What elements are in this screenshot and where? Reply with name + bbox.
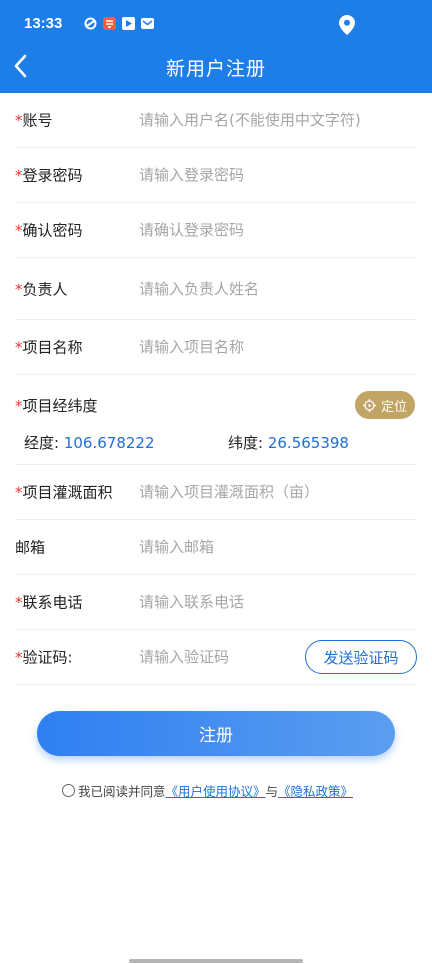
project-name-input[interactable] — [139, 338, 389, 356]
mail-icon — [141, 18, 154, 29]
send-code-button[interactable]: 发送验证码 — [305, 640, 417, 674]
latitude-label: 纬度: — [228, 434, 264, 452]
register-button[interactable]: 注册 — [37, 711, 395, 756]
project-name-row: *项目名称 — [15, 320, 417, 375]
sms-code-label: *验证码: — [15, 648, 73, 667]
status-time: 13:33 — [24, 15, 63, 32]
longitude-display: 经度: 106.678222 — [24, 432, 155, 453]
email-label: 邮箱 — [15, 538, 46, 557]
irrigation-area-input[interactable] — [139, 483, 389, 501]
privacy-policy-link[interactable]: 《隐私政策》 — [278, 781, 353, 800]
account-row: *账号 — [15, 93, 417, 148]
email-input[interactable] — [139, 538, 389, 556]
confirm-password-row: *确认密码 — [15, 203, 417, 258]
home-indicator[interactable] — [129, 959, 303, 963]
irrigation-area-row: *项目灌溉面积 — [15, 465, 417, 520]
locate-button[interactable]: 定位 — [355, 391, 415, 419]
agreement-prefix: 我已阅读并同意 — [78, 783, 166, 799]
locate-button-label: 定位 — [380, 399, 407, 415]
password-row: *登录密码 — [15, 148, 417, 203]
latitude-display: 纬度: 26.565398 — [228, 432, 349, 453]
status-bar: 13:33 — [0, 0, 432, 50]
app-header: 13:33 新用户注册 — [0, 0, 432, 93]
page-title: 新用户注册 — [165, 58, 266, 80]
navigation-bar: 新用户注册 — [0, 44, 432, 90]
agreement-conjunction: 与 — [265, 783, 279, 799]
user-agreement-link[interactable]: 《用户使用协议》 — [166, 781, 266, 800]
password-input[interactable] — [139, 166, 389, 184]
account-label: *账号 — [15, 111, 53, 130]
email-row: 邮箱 — [15, 520, 417, 575]
sync-icon — [84, 17, 97, 30]
confirm-password-input[interactable] — [139, 221, 389, 239]
manager-row: *负责人 — [15, 258, 417, 320]
app-notification-icon — [103, 17, 116, 30]
phone-label: *联系电话 — [15, 593, 83, 612]
confirm-password-label: *确认密码 — [15, 221, 83, 240]
registration-form: *账号 *登录密码 *确认密码 *负责人 *项目名称 *项目经纬度 定位 经度:… — [0, 93, 432, 685]
account-input[interactable] — [139, 111, 389, 129]
location-pin-icon — [339, 15, 355, 35]
agreement-line: 我已阅读并同意 《用户使用协议》 与 《隐私政策》 — [62, 780, 353, 800]
phone-row: *联系电话 — [15, 575, 417, 630]
project-name-label: *项目名称 — [15, 338, 83, 357]
manager-label: *负责人 — [15, 280, 68, 298]
irrigation-area-label: *项目灌溉面积 — [15, 483, 113, 502]
password-label: *登录密码 — [15, 166, 83, 185]
longitude-value: 106.678222 — [63, 434, 155, 452]
sms-code-row: *验证码: 发送验证码 — [15, 630, 417, 685]
status-icons — [84, 17, 154, 30]
longitude-label: 经度: — [24, 434, 60, 452]
latitude-value: 26.565398 — [267, 434, 349, 452]
phone-input[interactable] — [139, 593, 389, 611]
project-coordinates-row: *项目经纬度 定位 经度: 106.678222 纬度: 26.565398 — [15, 375, 417, 465]
agreement-radio[interactable] — [62, 783, 75, 797]
sms-code-input[interactable] — [139, 648, 299, 666]
project-coordinates-label: *项目经纬度 — [15, 397, 98, 415]
media-play-icon — [122, 17, 135, 30]
manager-input[interactable] — [139, 279, 389, 298]
crosshair-icon — [362, 398, 376, 412]
